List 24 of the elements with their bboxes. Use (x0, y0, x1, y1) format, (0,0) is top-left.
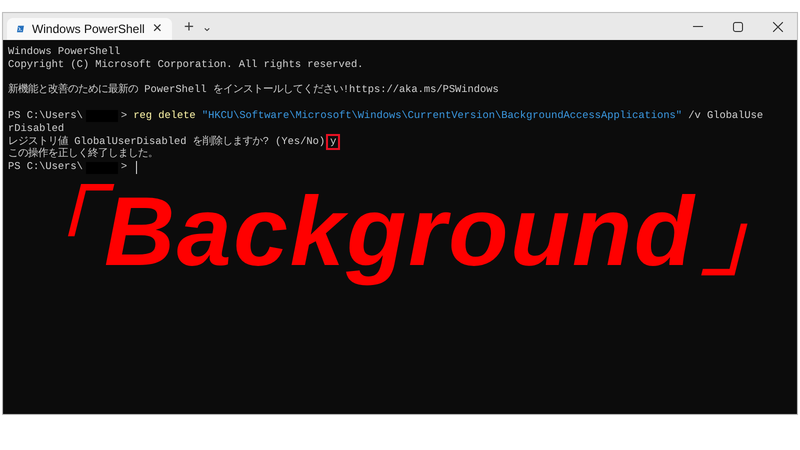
text-cursor (136, 161, 138, 174)
terminal-text: /v GlobalUse (687, 110, 764, 123)
terminal-text: この操作を正しく終了しました。 (8, 148, 158, 162)
string-text: "HKCU\Software\Microsoft\Windows\CurrentVersion\BackgroundAccessApplications" (200, 110, 682, 123)
terminal-text: Copyright (C) Microsoft Corporation. All rights reserved. (8, 58, 364, 72)
terminal-text: 新機能と改善のために最新の PowerShell をインストールしてください!https://aka.ms/PSWindows (8, 84, 499, 98)
terminal-text: PS C:\Users\ (8, 161, 83, 174)
terminal-text: > (120, 161, 128, 174)
terminal-text: > (120, 110, 128, 123)
terminal-text: rDisabled (8, 122, 64, 136)
close-icon[interactable] (773, 22, 783, 32)
new-tab-button[interactable]: + (184, 17, 194, 37)
terminal-tab[interactable]: Windows PowerShell × (7, 18, 172, 40)
maximize-icon[interactable] (733, 22, 743, 32)
terminal-text: PS C:\Users\ (8, 110, 83, 123)
terminal-text: レジストリ値 GlobalUserDisabled を削除しますか? (Yes/No) (8, 136, 326, 148)
tab-title: Windows PowerShell (32, 22, 145, 36)
terminal-text: Windows PowerShell (8, 46, 120, 59)
caption-overlay: 「Background」 (3, 178, 797, 286)
tab-close-button[interactable]: × (152, 20, 162, 38)
powershell-icon (17, 23, 24, 35)
minimize-icon[interactable] (693, 26, 703, 28)
command-text: reg delete (133, 110, 196, 123)
dropdown-button[interactable]: ⌄ (202, 20, 212, 34)
